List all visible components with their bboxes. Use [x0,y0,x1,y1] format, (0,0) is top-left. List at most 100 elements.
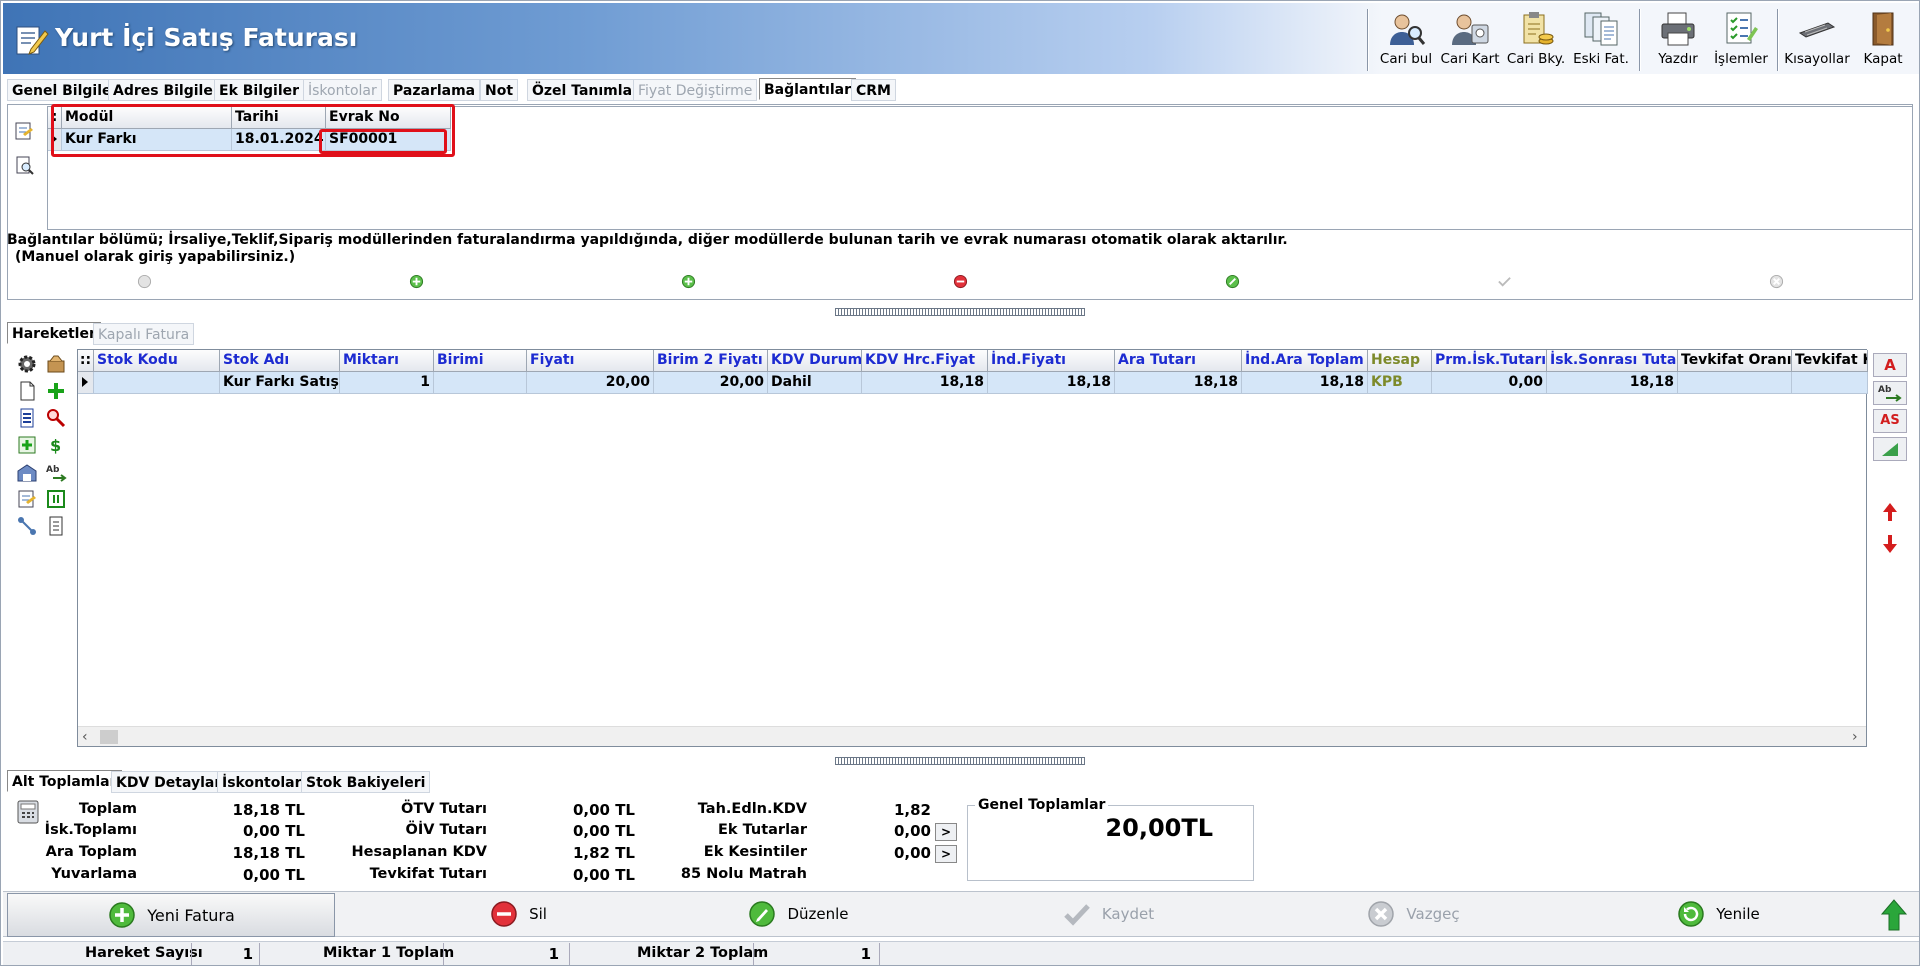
cell-isk-sonrasi-tutar[interactable]: 18,18 [1547,372,1678,394]
col-miktari[interactable]: Miktarı [340,350,434,372]
col-kdv-durumu[interactable]: KDV Durumu [768,350,862,372]
vazgec-button[interactable]: Vazgeç [1278,892,1548,936]
col-kdv-hrc-fiyat[interactable]: KDV Hrc.Fiyat [862,350,988,372]
font-color-button[interactable]: A [1873,353,1907,377]
tab-hareketler[interactable]: Hareketler [7,322,101,344]
tab-adres-bilgileri[interactable]: Adres Bilgileri [108,79,230,101]
dollar-icon[interactable]: $ [45,434,67,456]
connect-nodes-icon[interactable] [16,515,38,537]
search-document-icon[interactable] [13,154,35,176]
tab-iskontolar[interactable]: İskontolar [303,79,382,101]
tab-stok-bakiyeleri[interactable]: Stok Bakiyeleri [301,771,431,793]
sil-button[interactable]: Sil [383,892,653,936]
col-hesap[interactable]: Hesap [1368,350,1432,372]
import-link-icon[interactable] [13,120,35,142]
tab-not[interactable]: Not [480,79,519,101]
scroll-right-icon[interactable]: › [1852,729,1858,745]
add-record-icon[interactable] [16,434,38,456]
yeni-fatura-button[interactable]: Yeni Fatura [7,893,335,937]
cell-birimi[interactable] [434,372,527,394]
search-red-icon[interactable] [45,407,67,429]
sort-abc-icon[interactable]: Ab [45,461,67,483]
ek-kesintiler-expand-button[interactable]: > [935,845,957,863]
tab-iskontolar-bottom[interactable]: İskontolar [217,771,307,793]
cell-hesap[interactable]: KPB [1368,372,1432,394]
calculator-icon[interactable] [15,799,41,825]
cell-tevkifat-ka[interactable] [1792,372,1868,394]
nav-add-icon[interactable] [409,274,424,289]
page-icon[interactable] [45,515,67,537]
plus-icon[interactable] [45,380,67,402]
duzenle-button[interactable]: Düzenle [663,892,933,936]
cell-miktari[interactable]: 1 [340,372,434,394]
yazdir-button[interactable]: Yazdır [1650,11,1706,71]
cell-birim2-fiyati[interactable]: 20,00 [654,372,768,394]
cell-stok-kodu[interactable] [94,372,220,394]
kapat-button[interactable]: Kapat [1855,11,1911,71]
warehouse-icon[interactable] [16,461,38,483]
nav-edit-icon[interactable] [1225,274,1240,289]
gear-icon[interactable] [16,353,38,375]
cell-kdv-durumu[interactable]: Dahil [768,372,862,394]
col-stok-adi[interactable]: Stok Adı [220,350,340,372]
col-stok-kodu[interactable]: Stok Kodu [94,350,220,372]
import-icon[interactable] [16,488,38,510]
tab-pazarlama[interactable]: Pazarlama [388,79,481,101]
eski-fat-button[interactable]: Eski Fat. [1570,11,1632,71]
tab-fiyat-degistirme[interactable]: Fiyat Değiştirme [633,79,758,101]
islemler-button[interactable]: İşlemler [1712,11,1770,71]
cell-ind-fiyati[interactable]: 18,18 [988,372,1115,394]
cell-ind-ara-toplam[interactable]: 18,18 [1242,372,1368,394]
col-prm-isk-tutari[interactable]: Prm.İsk.Tutarı [1432,350,1547,372]
col-ind-ara-toplam[interactable]: İnd.Ara Toplam [1242,350,1368,372]
autosize-button[interactable]: AS [1873,409,1907,433]
tab-kdv-detaylari[interactable]: KDV Detayları [111,771,232,793]
cell-stok-adi[interactable]: Kur Farkı Satış [220,372,340,394]
col-tevkifat-orani[interactable]: Tevkifat Oranı [1678,350,1792,372]
col-ind-fiyati[interactable]: İnd.Fiyatı [988,350,1115,372]
kaydet-button[interactable]: Kaydet [973,892,1243,936]
sort-text-button[interactable]: Ab [1873,381,1907,405]
chart-button[interactable] [1873,437,1907,461]
ek-tutarlar-expand-button[interactable]: > [935,823,957,841]
col-fiyati[interactable]: Fiyatı [527,350,654,372]
col-tevkifat-ka[interactable]: Tevkifat Ka [1792,350,1868,372]
panel-splitter-top[interactable] [835,308,1085,316]
cari-bul-button[interactable]: Cari bul [1378,11,1434,71]
tab-baglantilar[interactable]: Bağlantılar [759,78,856,100]
cell-kdv-hrc-fiyat[interactable]: 18,18 [862,372,988,394]
box-tools-icon[interactable] [45,353,67,375]
horizontal-scrollbar[interactable]: ‹ › [78,726,1866,746]
cell-ara-tutari[interactable]: 18,18 [1115,372,1242,394]
kisayollar-button[interactable]: Kısayollar [1784,11,1850,71]
tab-genel-bilgiler[interactable]: Genel Bilgiler [7,79,124,101]
cell-prm-isk-tutari[interactable]: 0,00 [1432,372,1547,394]
panel-splitter-bottom[interactable] [835,757,1085,765]
nav-cancel-icon[interactable] [1769,274,1784,289]
col-isk-sonrasi-tutar[interactable]: İsk.Sonrası Tutar [1547,350,1678,372]
pause-icon[interactable] [45,488,67,510]
cari-kart-button[interactable]: Cari Kart [1438,11,1502,71]
new-document-icon[interactable] [16,380,38,402]
move-down-icon[interactable] [1880,533,1900,555]
scroll-left-icon[interactable]: ‹ [82,729,88,745]
col-birim2-fiyati[interactable]: Birim 2 Fiyatı [654,350,768,372]
cell-fiyati[interactable]: 20,00 [527,372,654,394]
cari-bky-button[interactable]: Cari Bky. [1505,11,1567,71]
nav-insert-icon[interactable] [681,274,696,289]
nav-post-icon[interactable] [1497,274,1512,289]
yenile-button[interactable]: Yenile [1583,892,1853,936]
scroll-thumb[interactable] [100,730,118,744]
tab-ozel-tanimlar[interactable]: Özel Tanımlar [527,79,644,101]
tab-alt-toplamlar[interactable]: Alt Toplamlar [7,770,122,792]
document-lines-icon[interactable] [16,407,38,429]
nav-first-icon[interactable] [137,274,152,289]
col-ara-tutari[interactable]: Ara Tutarı [1115,350,1242,372]
tab-crm[interactable]: CRM [851,79,896,101]
nav-delete-icon[interactable] [953,274,968,289]
scroll-top-arrow-icon[interactable] [1877,898,1911,932]
move-up-icon[interactable] [1880,501,1900,523]
cell-tevkifat-orani[interactable] [1678,372,1792,394]
col-birimi[interactable]: Birimi [434,350,527,372]
tab-kapali-fatura[interactable]: Kapalı Fatura [93,323,195,345]
